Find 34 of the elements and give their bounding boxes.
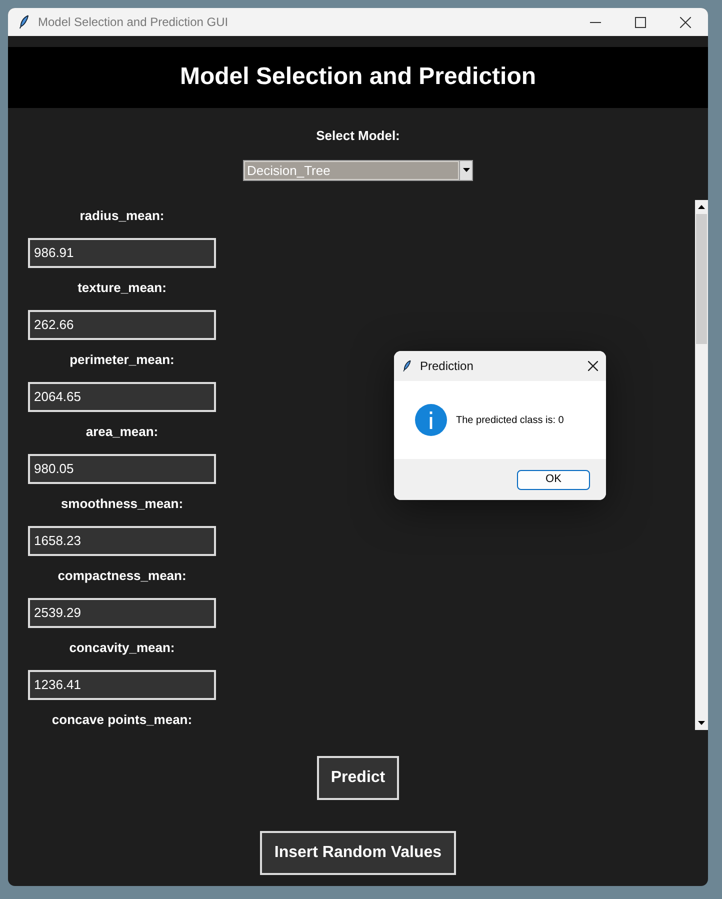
dialog-title: Prediction — [420, 358, 474, 375]
window-title: Model Selection and Prediction GUI — [38, 14, 228, 31]
field-label: compactness_mean: — [56, 568, 188, 584]
feather-icon — [402, 359, 412, 373]
caret-icon — [462, 168, 470, 172]
input-field[interactable]: 1236.41 — [28, 670, 216, 700]
random-values-button[interactable]: Insert Random Values — [260, 830, 456, 874]
field-label: concavity_mean: — [68, 640, 176, 656]
input-field[interactable]: 1658.23 — [28, 526, 216, 556]
input-field[interactable]: 2064.65 — [28, 382, 216, 412]
field-label: area_mean: — [84, 424, 160, 440]
field-label: smoothness_mean: — [60, 496, 184, 512]
feather-icon — [18, 14, 30, 30]
scrollbar[interactable] — [695, 200, 708, 730]
input-field[interactable]: 980.05 — [28, 454, 216, 484]
field-label: perimeter_mean: — [68, 352, 176, 368]
field-label: radius_mean: — [78, 208, 166, 224]
input-field[interactable]: 986.91 — [28, 238, 216, 268]
close-icon[interactable] — [588, 360, 598, 371]
dialog-message: The predicted class is: 0 — [456, 414, 564, 428]
ok-button[interactable]: OK — [517, 470, 590, 490]
scroll-down-icon[interactable] — [698, 720, 705, 724]
scroll-up-icon[interactable] — [698, 204, 705, 208]
maximize-icon[interactable] — [635, 16, 646, 28]
close-icon[interactable] — [680, 16, 691, 28]
app-heading: Model Selection and Prediction — [180, 63, 536, 92]
field-label: texture_mean: — [76, 280, 168, 296]
input-field[interactable]: 262.66 — [28, 310, 216, 340]
predict-button[interactable]: Predict — [316, 756, 400, 800]
info-icon — [415, 404, 447, 436]
field-label: concave points_mean: — [50, 712, 194, 728]
model-label: Select Model: — [316, 127, 400, 145]
input-field[interactable]: 2539.29 — [28, 598, 216, 628]
scroll-thumb[interactable] — [696, 214, 707, 344]
